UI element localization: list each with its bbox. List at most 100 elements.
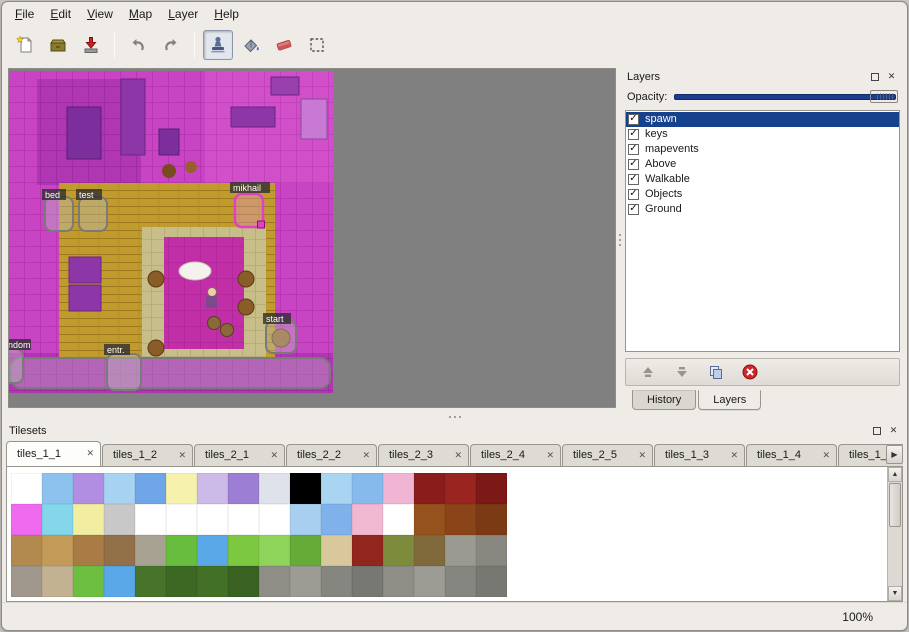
tileset-tile[interactable] (383, 535, 414, 566)
tileset-tile[interactable] (228, 535, 259, 566)
opacity-slider-handle[interactable] (870, 90, 898, 103)
tileset-tile[interactable] (228, 504, 259, 535)
tileset-tab-tiles_1_2[interactable]: tiles_1_2 ✕ (102, 444, 193, 466)
tileset-tile[interactable] (383, 504, 414, 535)
tileset-tile[interactable] (445, 504, 476, 535)
bucket-fill-button[interactable] (236, 30, 266, 60)
menu-help[interactable]: Help (207, 5, 246, 23)
layer-visibility-checkbox[interactable]: ✓ (628, 204, 639, 215)
tileset-tile[interactable] (135, 535, 166, 566)
layer-row-mapevents[interactable]: ✓ mapevents (626, 142, 899, 157)
tileset-vertical-scrollbar[interactable]: ▲ ▼ (887, 467, 902, 602)
layer-visibility-checkbox[interactable]: ✓ (628, 174, 639, 185)
close-icon[interactable]: ✕ (86, 448, 94, 459)
delete-layer-button[interactable] (740, 362, 760, 382)
tileset-tile[interactable] (290, 473, 321, 504)
tileset-tile[interactable] (476, 566, 507, 597)
tileset-tile[interactable] (414, 473, 445, 504)
tileset-tile[interactable] (476, 473, 507, 504)
float-panel-button[interactable] (868, 70, 881, 83)
menu-map[interactable]: Map (122, 5, 159, 23)
open-map-button[interactable] (43, 30, 73, 60)
layer-row-walkable[interactable]: ✓ Walkable (626, 172, 899, 187)
tileset-tile[interactable] (259, 504, 290, 535)
tileset-tile[interactable] (321, 566, 352, 597)
new-map-button[interactable] (10, 30, 40, 60)
tileset-tile[interactable] (166, 566, 197, 597)
menu-view[interactable]: View (80, 5, 120, 23)
layer-visibility-checkbox[interactable]: ✓ (628, 189, 639, 200)
tileset-tile[interactable] (414, 504, 445, 535)
tileset-tile[interactable] (73, 535, 104, 566)
redo-button[interactable] (156, 30, 186, 60)
tileset-tile[interactable] (166, 473, 197, 504)
scrollbar-track[interactable] (888, 528, 902, 587)
tileset-tile[interactable] (290, 535, 321, 566)
tileset-tile[interactable] (383, 566, 414, 597)
tileset-view[interactable]: ▲ ▼ (6, 466, 903, 603)
tileset-tile[interactable] (73, 566, 104, 597)
tileset-tile[interactable] (414, 535, 445, 566)
tileset-tab-tiles_2_4[interactable]: tiles_2_4 ✕ (470, 444, 561, 466)
tileset-tile[interactable] (11, 504, 42, 535)
vertical-splitter[interactable] (616, 68, 624, 412)
tileset-tile[interactable] (135, 566, 166, 597)
scroll-down-button[interactable]: ▼ (888, 586, 902, 601)
horizontal-splitter[interactable] (2, 412, 907, 422)
tileset-tile[interactable] (104, 504, 135, 535)
layer-visibility-checkbox[interactable]: ✓ (628, 159, 639, 170)
tileset-tile[interactable] (445, 566, 476, 597)
close-icon[interactable]: ✕ (178, 450, 186, 461)
float-panel-button[interactable] (870, 424, 883, 437)
close-icon[interactable]: ✕ (546, 450, 554, 461)
tileset-tile[interactable] (321, 535, 352, 566)
tileset-tile[interactable] (290, 504, 321, 535)
layer-visibility-checkbox[interactable]: ✓ (628, 114, 639, 125)
close-icon[interactable]: ✕ (822, 450, 830, 461)
tileset-tile[interactable] (352, 504, 383, 535)
tileset-tile[interactable] (73, 473, 104, 504)
tileset-tile[interactable] (352, 535, 383, 566)
tileset-tile[interactable] (197, 473, 228, 504)
close-icon[interactable]: ✕ (270, 450, 278, 461)
save-map-button[interactable] (76, 30, 106, 60)
layer-row-spawn[interactable]: ✓ spawn (626, 112, 899, 127)
tileset-tile[interactable] (383, 473, 414, 504)
tileset-tile[interactable] (445, 535, 476, 566)
tileset-tab-tiles_2_1[interactable]: tiles_2_1 ✕ (194, 444, 285, 466)
close-panel-button[interactable]: ✕ (885, 70, 898, 83)
tileset-tile[interactable] (104, 535, 135, 566)
layer-row-above[interactable]: ✓ Above (626, 157, 899, 172)
tileset-tile[interactable] (414, 566, 445, 597)
menu-layer[interactable]: Layer (161, 5, 205, 23)
tileset-tile[interactable] (42, 504, 73, 535)
tileset-tile[interactable] (104, 566, 135, 597)
tab-history[interactable]: History (632, 390, 696, 410)
tileset-tile[interactable] (42, 535, 73, 566)
tileset-tile[interactable] (197, 535, 228, 566)
tileset-tab-tiles_1_1[interactable]: tiles_1_1 ✕ (6, 441, 101, 466)
layer-visibility-checkbox[interactable]: ✓ (628, 144, 639, 155)
close-icon[interactable]: ✕ (730, 450, 738, 461)
close-icon[interactable]: ✕ (362, 450, 370, 461)
tileset-tile[interactable] (228, 473, 259, 504)
tileset-tile[interactable] (352, 473, 383, 504)
rect-select-button[interactable] (302, 30, 332, 60)
tileset-tile[interactable] (135, 504, 166, 535)
tileset-tile[interactable] (42, 566, 73, 597)
tileset-tile[interactable] (166, 504, 197, 535)
tileset-tile[interactable] (11, 566, 42, 597)
tileset-tile[interactable] (321, 504, 352, 535)
tileset-tile[interactable] (259, 473, 290, 504)
map-canvas[interactable]: bed test mikhail (9, 71, 333, 393)
tileset-tile[interactable] (259, 566, 290, 597)
tileset-tile[interactable] (11, 535, 42, 566)
tileset-tile[interactable] (228, 566, 259, 597)
close-icon[interactable]: ✕ (638, 450, 646, 461)
tileset-tile[interactable] (135, 473, 166, 504)
tileset-tile[interactable] (197, 566, 228, 597)
tileset-tab-tiles_1_4[interactable]: tiles_1_4 ✕ (746, 444, 837, 466)
tab-layers[interactable]: Layers (698, 390, 761, 410)
scrollbar-thumb[interactable] (889, 483, 901, 527)
tileset-tile[interactable] (104, 473, 135, 504)
